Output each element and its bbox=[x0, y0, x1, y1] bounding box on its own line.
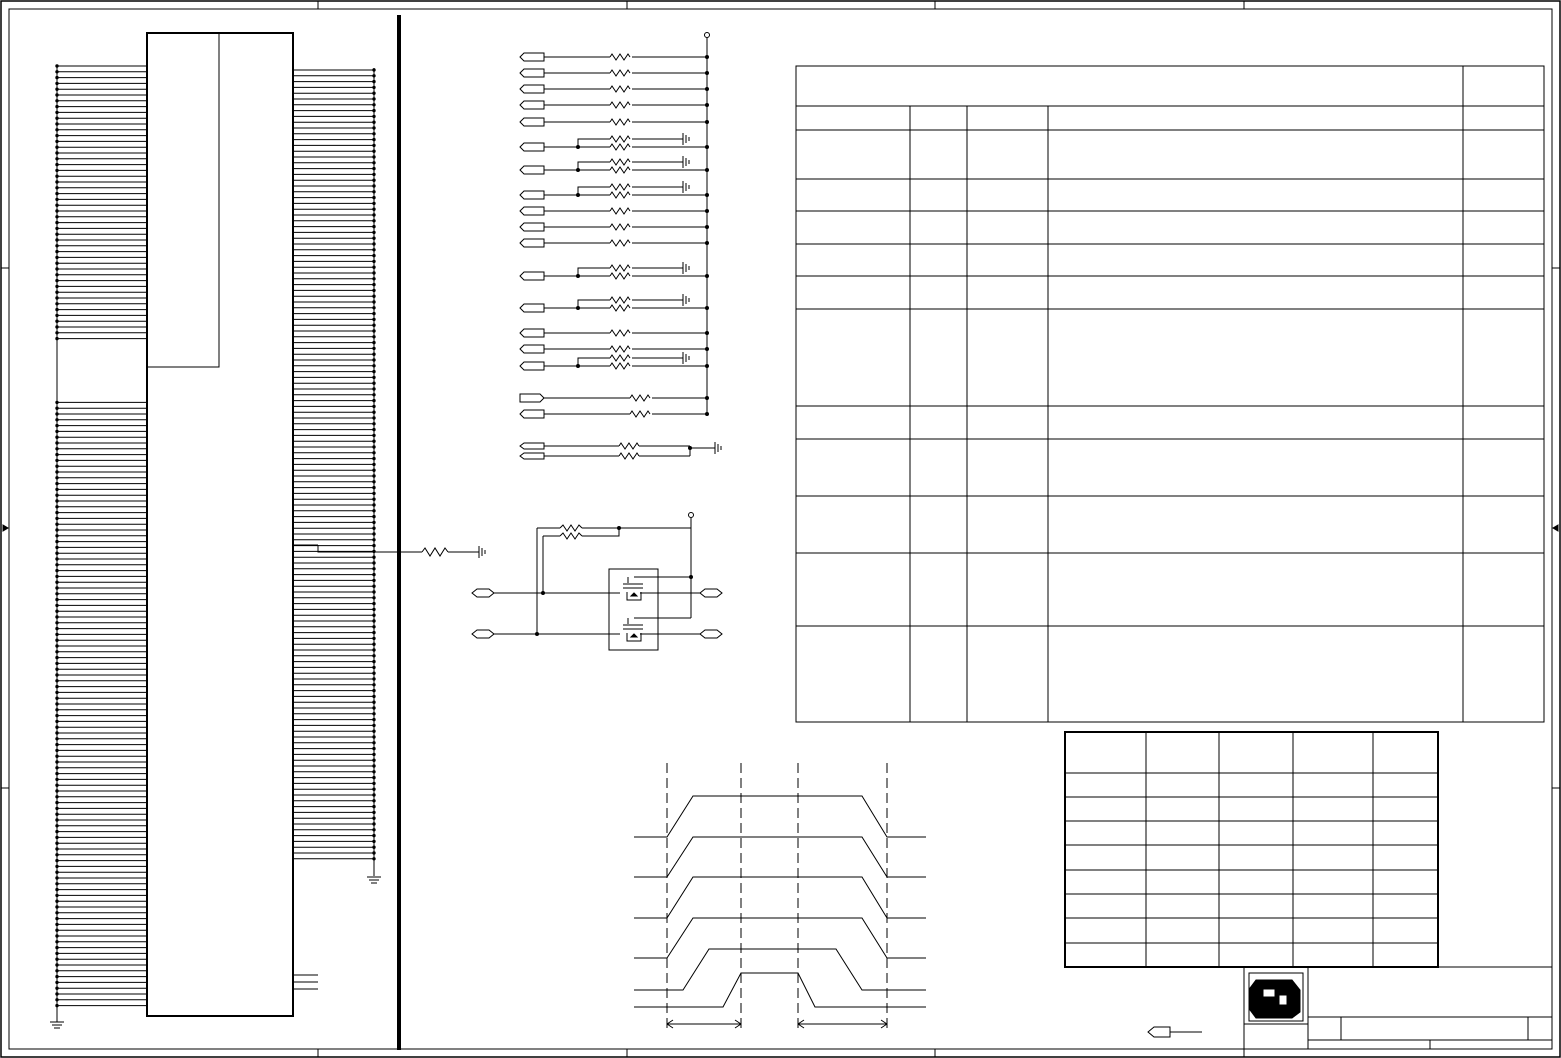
pullup-resistor bbox=[519, 117, 709, 127]
ground-symbol-right bbox=[367, 876, 381, 884]
scl-port-left bbox=[471, 629, 495, 639]
power-sequence-timing-diagram bbox=[634, 763, 926, 1032]
pullup-resistor bbox=[519, 68, 709, 78]
level-shifter-circuit bbox=[471, 512, 723, 651]
connector-ground-resistor bbox=[293, 544, 486, 558]
pullup-resistor bbox=[519, 409, 709, 419]
pullup-resistor bbox=[519, 262, 709, 281]
drawing-border bbox=[0, 0, 1561, 1058]
pullup-resistor bbox=[519, 206, 709, 216]
schematic-sheet bbox=[0, 0, 1561, 1058]
signal-description-table bbox=[795, 65, 1545, 723]
pullup-resistor bbox=[519, 100, 709, 110]
pullup-resistor bbox=[519, 156, 709, 175]
pullup-resistor bbox=[519, 52, 709, 62]
vcc-node bbox=[704, 32, 710, 38]
pullup-resistor bbox=[519, 238, 709, 248]
pullup-resistor bbox=[519, 133, 709, 152]
connector-left-pins bbox=[55, 64, 147, 1008]
sda-port-right bbox=[699, 588, 723, 598]
pullup-resistor bbox=[519, 294, 709, 313]
ground-symbol-left bbox=[50, 1021, 64, 1029]
company-logo-icon bbox=[1248, 972, 1304, 1022]
pullup-resistor bbox=[519, 393, 709, 403]
title-block bbox=[1147, 966, 1552, 1049]
vcc-node-2 bbox=[688, 512, 694, 518]
pullup-resistor bbox=[519, 352, 709, 371]
sda-port-left bbox=[471, 588, 495, 598]
connector-symbol bbox=[50, 32, 381, 1029]
pullup-resistor bbox=[519, 222, 709, 232]
pullup-resistor-network bbox=[519, 32, 710, 419]
voltage-table bbox=[1064, 731, 1439, 968]
ground-resistor-pair bbox=[519, 442, 722, 460]
pullup-resistor bbox=[519, 344, 709, 354]
scl-port-right bbox=[699, 629, 723, 639]
pullup-resistor bbox=[519, 84, 709, 94]
connector-right-pins bbox=[293, 68, 376, 861]
pullup-resistor bbox=[519, 328, 709, 338]
pullup-resistor bbox=[519, 181, 709, 200]
offpage-connector bbox=[1147, 1026, 1171, 1038]
